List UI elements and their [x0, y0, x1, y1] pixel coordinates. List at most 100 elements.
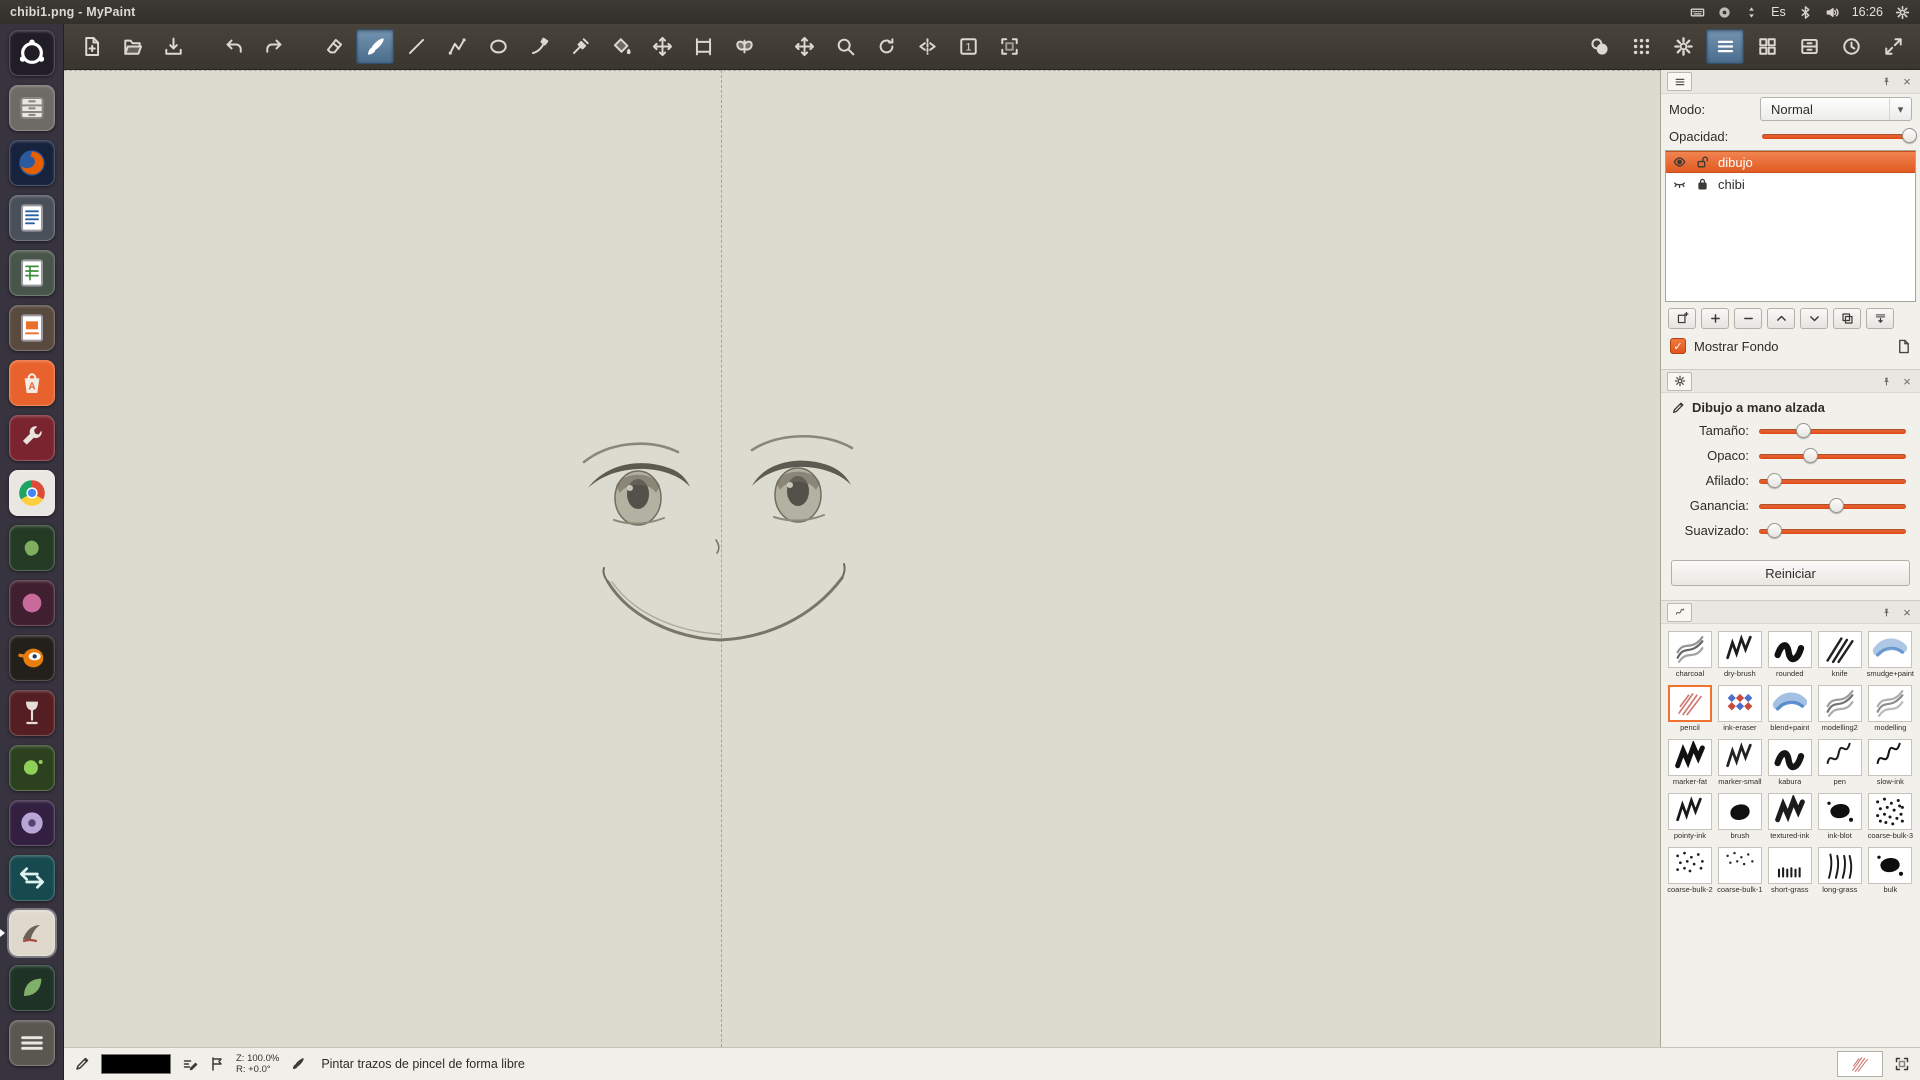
brush-ink-blot[interactable]: ink-blot	[1817, 793, 1863, 840]
launcher-item-libreoffice-impress[interactable]	[0, 300, 64, 355]
zoom-view-button[interactable]	[826, 29, 864, 64]
launcher-item-chrome[interactable]	[0, 465, 64, 520]
tool-slider-2[interactable]	[1757, 472, 1908, 490]
mode-dropdown[interactable]: Normal ▾	[1760, 97, 1912, 121]
line-tool-button[interactable]	[397, 29, 435, 64]
launcher-item-mypaint[interactable]	[0, 905, 64, 960]
fit-view-button[interactable]	[990, 29, 1028, 64]
brush-modelling2[interactable]: modelling2	[1817, 685, 1863, 732]
layer-row-dibujo[interactable]: dibujo	[1666, 151, 1915, 173]
launcher-item-software-center[interactable]: A	[0, 355, 64, 410]
brush-long-grass[interactable]: long-grass	[1817, 847, 1863, 894]
brush-textured-ink[interactable]: textured-ink	[1767, 793, 1813, 840]
layer-visibility-toggle[interactable]	[1672, 177, 1688, 191]
brush-marker-small[interactable]: marker-small	[1717, 739, 1763, 786]
brush-marker-fat[interactable]: marker-fat	[1667, 739, 1713, 786]
show-background-checkbox[interactable]: ✓	[1670, 338, 1686, 354]
brush-kabura[interactable]: kabura	[1767, 739, 1813, 786]
brush-pencil[interactable]: pencil	[1667, 685, 1713, 732]
slider-handle[interactable]	[1767, 473, 1782, 488]
color-picker-tool-button[interactable]	[561, 29, 599, 64]
brush-slow-ink[interactable]: slow-ink	[1867, 739, 1914, 786]
undo-button[interactable]	[214, 29, 252, 64]
merge-layer-button[interactable]	[1866, 308, 1894, 329]
new-file-button[interactable]	[72, 29, 110, 64]
session-gear-icon[interactable]	[1895, 5, 1910, 20]
slider-handle[interactable]	[1902, 128, 1917, 143]
brush-bulk[interactable]: bulk	[1867, 847, 1914, 894]
launcher-item-wine-app[interactable]	[0, 685, 64, 740]
slider-handle[interactable]	[1829, 498, 1844, 513]
launcher-item-libreoffice-writer[interactable]	[0, 190, 64, 245]
canvas[interactable]	[64, 70, 1660, 1047]
color-pair-button[interactable]	[1580, 29, 1618, 64]
language-indicator[interactable]: Es	[1771, 5, 1786, 19]
input-mapping-icon[interactable]	[209, 1056, 225, 1072]
brush-ink-eraser[interactable]: ink-eraser	[1717, 685, 1763, 732]
brush-coarse-bulk-1[interactable]: coarse-bulk-1	[1717, 847, 1763, 894]
brush-pen[interactable]: pen	[1817, 739, 1863, 786]
tool-options-tab[interactable]	[1667, 372, 1692, 391]
close-icon[interactable]: ×	[1900, 605, 1914, 619]
main-menu-button[interactable]	[1706, 29, 1744, 64]
move-layer-tool-button[interactable]	[643, 29, 681, 64]
duplicate-layer-button[interactable]	[1833, 308, 1861, 329]
launcher-item-magenta-app[interactable]	[0, 575, 64, 630]
bluetooth-icon[interactable]	[1798, 5, 1813, 20]
color-swatch[interactable]	[101, 1054, 171, 1074]
tool-slider-0[interactable]	[1757, 422, 1908, 440]
pan-view-button[interactable]	[785, 29, 823, 64]
rotate-view-button[interactable]	[867, 29, 905, 64]
layer-visibility-toggle[interactable]	[1672, 155, 1688, 169]
brush-knife[interactable]: knife	[1817, 631, 1863, 678]
launcher-item-purple-disc-app[interactable]	[0, 795, 64, 850]
brush-preview[interactable]	[1837, 1051, 1883, 1077]
pin-icon[interactable]	[1879, 605, 1893, 619]
add-layer-button[interactable]	[1701, 308, 1729, 329]
brush-brush[interactable]: brush	[1717, 793, 1763, 840]
close-icon[interactable]: ×	[1900, 374, 1914, 388]
launcher-item-dark-green-app[interactable]	[0, 960, 64, 1015]
frame-tool-button[interactable]	[684, 29, 722, 64]
opacity-slider[interactable]	[1760, 127, 1912, 145]
launcher-item-system-tool[interactable]	[0, 410, 64, 465]
background-document-icon[interactable]	[1896, 339, 1911, 354]
reset-button[interactable]: Reiniciar	[1671, 560, 1910, 586]
brush-coarse-bulk-3[interactable]: coarse-bulk-3	[1867, 793, 1914, 840]
lower-layer-button[interactable]	[1800, 308, 1828, 329]
launcher-item-dash-home[interactable]	[0, 25, 64, 80]
launcher-item-blender[interactable]	[0, 630, 64, 685]
slider-handle[interactable]	[1796, 423, 1811, 438]
mirror-view-button[interactable]	[908, 29, 946, 64]
ellipse-tool-button[interactable]	[479, 29, 517, 64]
keyboard-indicator-icon[interactable]	[1690, 5, 1705, 20]
pin-icon[interactable]	[1879, 374, 1893, 388]
launcher-item-workspace-switcher[interactable]	[0, 1015, 64, 1070]
eraser-tool-button[interactable]	[315, 29, 353, 64]
layers-panel-tab[interactable]	[1667, 72, 1692, 91]
symmetry-tool-button[interactable]	[725, 29, 763, 64]
tool-slider-4[interactable]	[1757, 522, 1908, 540]
layer-row-chibi[interactable]: chibi	[1666, 173, 1915, 195]
brush-short-grass[interactable]: short-grass	[1767, 847, 1813, 894]
flood-fill-tool-button[interactable]	[602, 29, 640, 64]
stroke-settings-icon[interactable]	[182, 1056, 198, 1072]
volume-icon[interactable]	[1825, 5, 1840, 20]
connected-lines-tool-button[interactable]	[438, 29, 476, 64]
color-palette-button[interactable]	[1622, 29, 1660, 64]
new-layer-button[interactable]	[1668, 308, 1696, 329]
launcher-item-libreoffice-calc[interactable]	[0, 245, 64, 300]
remove-layer-button[interactable]	[1734, 308, 1762, 329]
slider-handle[interactable]	[1767, 523, 1782, 538]
launcher-item-green-paint-app[interactable]	[0, 740, 64, 795]
inking-tool-button[interactable]	[520, 29, 558, 64]
clock[interactable]: 16:26	[1852, 5, 1883, 19]
open-file-button[interactable]	[113, 29, 151, 64]
brush-panel-tab[interactable]	[1667, 603, 1692, 622]
brush-smudge+paint[interactable]: smudge+paint	[1867, 631, 1914, 678]
slider-handle[interactable]	[1803, 448, 1818, 463]
preferences-button[interactable]	[1664, 29, 1702, 64]
tool-slider-3[interactable]	[1757, 497, 1908, 515]
chrome-tray-icon[interactable]	[1717, 5, 1732, 20]
brush-groups-button[interactable]	[1748, 29, 1786, 64]
